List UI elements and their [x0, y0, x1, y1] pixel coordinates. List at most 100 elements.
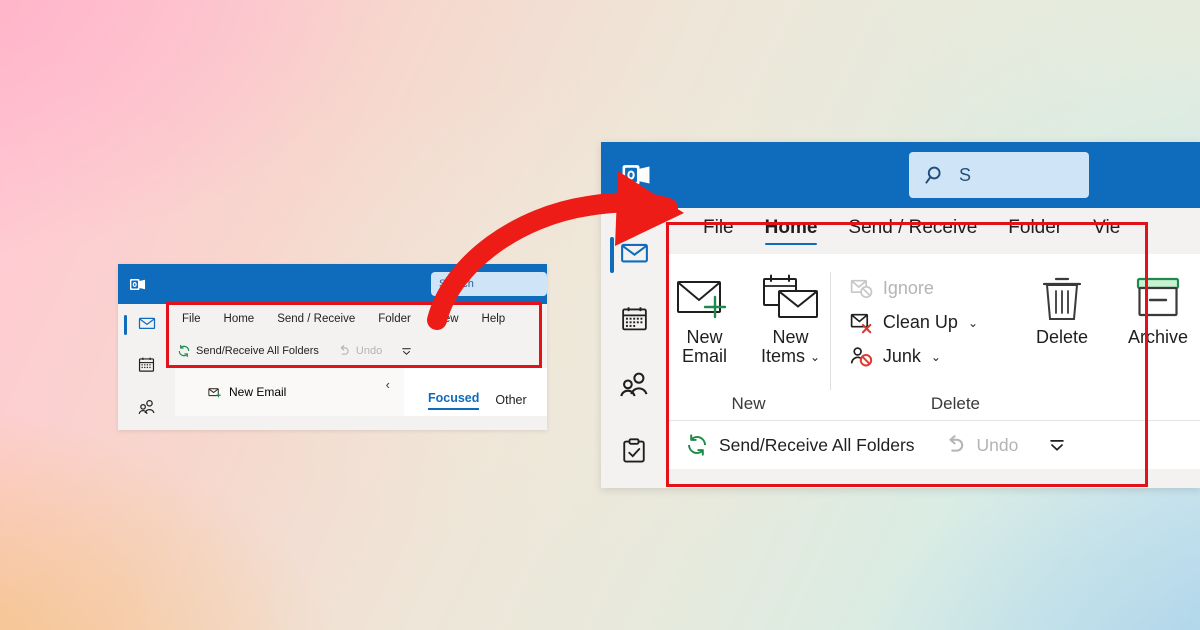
sidebar-item-tasks[interactable] [601, 420, 667, 486]
new-items-button[interactable]: New Items ⌄ [753, 270, 827, 367]
tab-send-receive-label: Send / Receive [848, 217, 978, 238]
large-ribbon-tabs: File Home Send / Receive Folder Vie [667, 208, 1200, 254]
tab-view-label: View [433, 313, 459, 325]
sidebar-item-calendar[interactable] [118, 346, 175, 388]
tab-home-label: Home [223, 313, 255, 325]
small-search-placeholder: Search [439, 278, 474, 290]
new-items-label-line1: New [772, 327, 809, 347]
send-receive-icon [685, 433, 709, 457]
large-quick-access-toolbar: Send/Receive All Folders Undo [667, 420, 1200, 469]
tab-send-receive[interactable]: Send / Receive [848, 217, 977, 245]
calendar-icon [137, 355, 156, 379]
tab-file[interactable]: File [703, 217, 734, 245]
small-quick-access-toolbar: Send/Receive All Folders Undo [175, 334, 547, 368]
large-main-area: File Home Send / Receive Folder Vie New … [667, 208, 1200, 488]
ribbon-group-delete-label: Delete [930, 394, 981, 413]
tab-folder-label: Folder [1008, 217, 1063, 238]
delete-button[interactable]: Delete [1024, 270, 1100, 347]
tab-view[interactable]: View [434, 313, 459, 325]
send-receive-all-folders-button[interactable]: Send/Receive All Folders [177, 344, 319, 358]
tab-other[interactable]: Other [495, 393, 526, 410]
ribbon-group-delete-body: Ignore Clean Up ⌄ Junk ⌄ Delete Archive [831, 270, 1200, 369]
small-ribbon-tabs: File Home Send / Receive Folder View Hel… [175, 304, 547, 334]
tab-home[interactable]: Home [764, 217, 818, 245]
clean-up-button[interactable]: Clean Up ⌄ [849, 310, 978, 335]
tab-file-label: File [182, 313, 201, 325]
undo-icon [337, 344, 351, 358]
mail-icon [618, 236, 651, 274]
junk-button[interactable]: Junk ⌄ [849, 344, 978, 369]
tab-file-label: File [703, 217, 734, 238]
small-search-box[interactable]: Search [431, 272, 547, 296]
tasks-icon [619, 436, 649, 471]
tab-help[interactable]: Help [482, 313, 506, 325]
delete-label: Delete [1035, 327, 1089, 347]
undo-button[interactable]: Undo [337, 344, 382, 358]
people-icon [137, 397, 157, 422]
chevron-down-icon: ⌄ [930, 349, 941, 364]
small-titlebar: Search [118, 264, 547, 304]
large-ribbon-surface: New Email New Items ⌄ New Ignore Clean U… [667, 254, 1200, 420]
calendar-icon [619, 303, 650, 339]
archive-button[interactable]: Archive [1116, 270, 1200, 347]
qat-overflow-button[interactable] [400, 345, 413, 358]
new-email-button[interactable]: New Email [669, 270, 739, 367]
chevron-down-icon: ⌄ [967, 315, 978, 330]
undo-label: Undo [355, 345, 383, 357]
tab-send-receive-label: Send / Receive [277, 313, 356, 325]
mail-icon [137, 313, 157, 338]
tab-focused[interactable]: Focused [428, 391, 480, 410]
ignore-button[interactable]: Ignore [849, 276, 978, 301]
undo-button[interactable]: Undo [943, 433, 1019, 457]
large-titlebar: S [601, 142, 1200, 208]
send-receive-label: Send/Receive All Folders [196, 345, 319, 357]
junk-icon [849, 344, 874, 369]
tab-view[interactable]: Vie [1093, 217, 1120, 245]
undo-icon [943, 433, 967, 457]
tab-file[interactable]: File [182, 313, 201, 325]
mail-selected-indicator [124, 315, 127, 335]
sidebar-item-people[interactable] [601, 354, 667, 420]
ribbon-group-delete: Ignore Clean Up ⌄ Junk ⌄ Delete Archive … [831, 262, 1200, 420]
large-search-box[interactable]: S [909, 152, 1089, 198]
overflow-chevron-icon [400, 345, 413, 358]
search-icon [923, 163, 947, 187]
sidebar-item-people[interactable] [118, 388, 175, 430]
sidebar-item-mail[interactable] [601, 222, 667, 288]
small-ribbon-region: File Home Send / Receive Folder View Hel… [175, 304, 547, 430]
tab-folder[interactable]: Folder [1008, 217, 1062, 245]
tab-home[interactable]: Home [224, 313, 255, 325]
small-inbox-tabs: Focused Other [404, 368, 547, 416]
ribbon-group-new: New Email New Items ⌄ New [667, 262, 830, 420]
overflow-chevron-icon [1046, 434, 1068, 456]
new-items-label-line2: Items ⌄ [761, 346, 821, 366]
tab-folder[interactable]: Folder [378, 313, 411, 325]
junk-label: Junk [882, 346, 921, 366]
qat-overflow-button[interactable] [1046, 434, 1068, 456]
send-receive-label: Send/Receive All Folders [719, 434, 915, 455]
ribbon-group-new-body: New Email New Items ⌄ [667, 270, 830, 367]
ribbon-group-new-label: New [731, 394, 766, 413]
mail-selected-indicator [610, 237, 614, 273]
ignore-icon [849, 276, 874, 301]
new-items-icon [758, 270, 822, 328]
sidebar-item-mail[interactable] [118, 304, 175, 346]
sidebar-item-calendar[interactable] [601, 288, 667, 354]
tab-folder-label: Folder [378, 313, 411, 325]
tab-home-underline [764, 242, 818, 245]
large-nav-rail [601, 208, 667, 488]
large-body: File Home Send / Receive Folder Vie New … [601, 208, 1200, 488]
new-email-icon [672, 270, 736, 328]
tab-send-receive[interactable]: Send / Receive [277, 313, 355, 325]
new-email-label-line1: New [686, 327, 723, 347]
delete-small-buttons: Ignore Clean Up ⌄ Junk ⌄ [849, 270, 978, 369]
send-receive-icon [177, 344, 191, 358]
send-receive-all-folders-button[interactable]: Send/Receive All Folders [685, 433, 915, 457]
undo-label: Undo [976, 434, 1019, 455]
archive-icon [1132, 270, 1184, 328]
collapse-chevron-icon[interactable]: ‹ [386, 377, 390, 392]
clean-up-label: Clean Up [882, 312, 958, 332]
tab-home-label: Home [764, 217, 818, 238]
chevron-down-icon: ⌄ [809, 349, 821, 364]
new-email-icon [207, 385, 222, 400]
